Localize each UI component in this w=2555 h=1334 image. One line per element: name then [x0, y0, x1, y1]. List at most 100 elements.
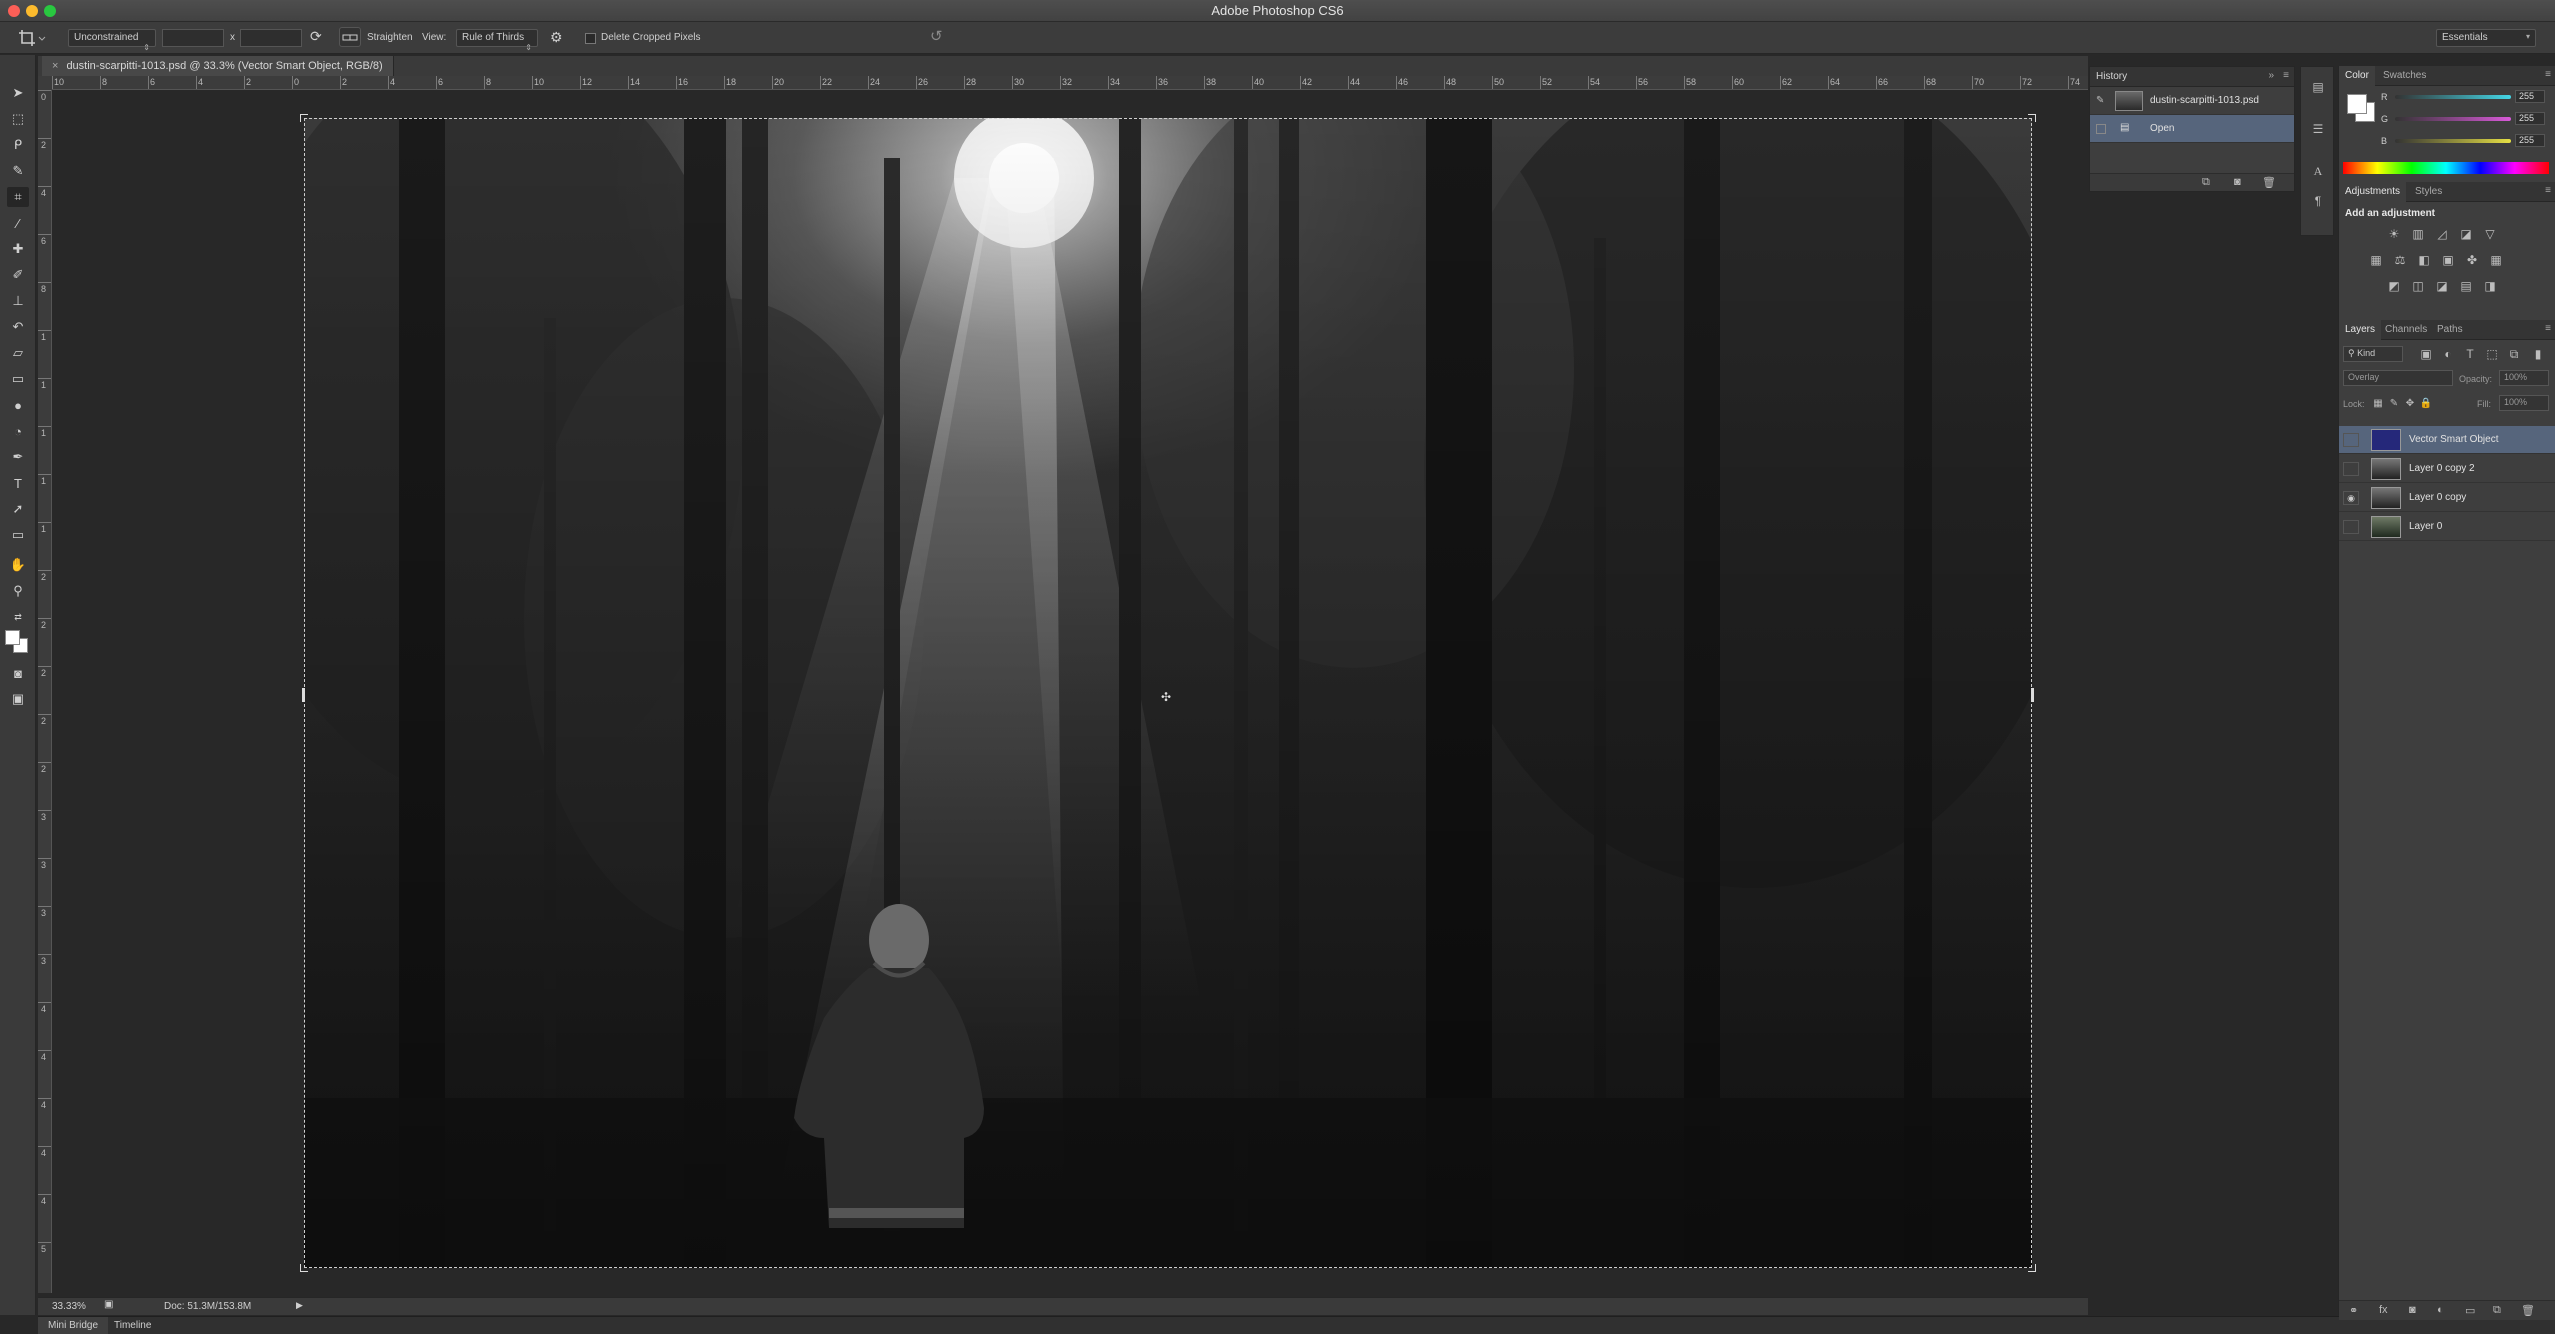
- layer-row[interactable]: ◉ Layer 0 copy: [2339, 484, 2555, 512]
- gear-icon[interactable]: ⚙: [550, 29, 563, 46]
- eraser-tool-icon[interactable]: ▱: [7, 343, 29, 363]
- crop-tool-preset-picker[interactable]: [16, 27, 46, 49]
- panel-menu-icon[interactable]: ≡: [2545, 185, 2551, 196]
- delete-cropped-checkbox[interactable]: [585, 33, 596, 44]
- marquee-tool-icon[interactable]: ⬚: [7, 109, 29, 129]
- collapse-icon[interactable]: »: [2268, 70, 2274, 81]
- character-dock-icon[interactable]: A: [2308, 161, 2328, 181]
- color-balance-icon[interactable]: ⚖: [2391, 252, 2409, 268]
- layer-row[interactable]: Layer 0: [2339, 513, 2555, 541]
- red-value[interactable]: 255: [2515, 90, 2545, 103]
- panel-menu-icon[interactable]: ≡: [2545, 69, 2551, 80]
- brightness-contrast-icon[interactable]: ☀: [2385, 226, 2403, 242]
- crop-height-field[interactable]: [240, 29, 302, 47]
- black-white-icon[interactable]: ◧: [2415, 252, 2433, 268]
- close-tab-icon[interactable]: ×: [52, 60, 58, 72]
- crop-handle-bottom-right[interactable]: [2028, 1264, 2036, 1272]
- link-layers-icon[interactable]: ⚭: [2349, 1304, 2358, 1317]
- crop-handle-top-right[interactable]: [2028, 114, 2036, 122]
- channel-mixer-icon[interactable]: ✤: [2463, 252, 2481, 268]
- clone-stamp-tool-icon[interactable]: ⊥: [7, 291, 29, 311]
- history-brush-source-icon[interactable]: ✎: [2096, 95, 2108, 107]
- new-adjustment-icon[interactable]: ◐: [2437, 1304, 2444, 1316]
- reset-icon[interactable]: ↺: [930, 27, 943, 45]
- color-foreground-swatch[interactable]: [2347, 94, 2367, 114]
- green-slider[interactable]: [2395, 117, 2511, 121]
- gradient-map-icon[interactable]: ▤: [2457, 278, 2475, 294]
- eyedropper-tool-icon[interactable]: ⁄: [7, 213, 29, 233]
- paragraph-dock-icon[interactable]: ¶: [2308, 191, 2328, 211]
- panel-menu-icon[interactable]: ≡: [2545, 323, 2551, 334]
- layer-row[interactable]: Layer 0 copy 2: [2339, 455, 2555, 483]
- crop-handle-bottom-left[interactable]: [300, 1264, 308, 1272]
- quick-selection-tool-icon[interactable]: ✎: [7, 161, 29, 181]
- tab-timeline[interactable]: Timeline: [104, 1317, 161, 1334]
- lasso-tool-icon[interactable]: ᑭ: [7, 135, 29, 155]
- color-lookup-icon[interactable]: ▦: [2487, 252, 2505, 268]
- opacity-field[interactable]: 100%: [2499, 370, 2549, 386]
- invert-icon[interactable]: ◩: [2385, 278, 2403, 294]
- healing-brush-tool-icon[interactable]: ✚: [7, 239, 29, 259]
- hue-saturation-icon[interactable]: ▦: [2367, 252, 2385, 268]
- move-tool-icon[interactable]: ➤: [7, 83, 29, 103]
- ratio-dropdown[interactable]: Unconstrained ⇕: [68, 29, 156, 52]
- fx-icon[interactable]: fx: [2379, 1304, 2388, 1316]
- vibrance-icon[interactable]: ▽: [2481, 226, 2499, 242]
- layer-name[interactable]: Layer 0 copy 2: [2409, 463, 2475, 474]
- history-brush-tool-icon[interactable]: ↶: [7, 317, 29, 337]
- blue-slider[interactable]: [2395, 139, 2511, 143]
- layer-filter-dropdown[interactable]: ⚲ Kind: [2343, 346, 2403, 362]
- crop-handle-right[interactable]: [2031, 688, 2034, 702]
- trash-icon[interactable]: 🗑: [2262, 176, 2276, 189]
- photo-filter-icon[interactable]: ▣: [2439, 252, 2457, 268]
- tab-channels[interactable]: Channels: [2379, 320, 2433, 340]
- pixel-filter-icon[interactable]: ▣: [2417, 346, 2435, 362]
- adjustment-filter-icon[interactable]: ◐: [2439, 346, 2457, 362]
- visibility-toggle[interactable]: [2343, 520, 2359, 534]
- history-title[interactable]: History: [2096, 71, 2127, 82]
- visibility-toggle[interactable]: [2343, 462, 2359, 476]
- curves-icon[interactable]: ◿: [2433, 226, 2451, 242]
- view-overlay-dropdown[interactable]: Rule of Thirds ⇕: [456, 29, 538, 52]
- type-filter-icon[interactable]: T: [2461, 346, 2479, 362]
- rectangle-tool-icon[interactable]: ▭: [7, 525, 29, 545]
- history-snapshot[interactable]: ✎ dustin-scarpitti-1013.psd: [2090, 87, 2294, 115]
- tab-styles[interactable]: Styles: [2409, 182, 2448, 202]
- zoom-tool-icon[interactable]: ⚲: [7, 581, 29, 601]
- layer-name[interactable]: Layer 0: [2409, 521, 2442, 532]
- layer-name[interactable]: Vector Smart Object: [2409, 434, 2498, 445]
- crop-handle-left[interactable]: [302, 688, 305, 702]
- ruler-origin[interactable]: [38, 76, 52, 90]
- tab-mini-bridge[interactable]: Mini Bridge: [38, 1317, 109, 1334]
- filter-toggle-icon[interactable]: ▮: [2529, 346, 2547, 362]
- eye-icon[interactable]: ◉: [2343, 491, 2359, 505]
- workspace-switcher[interactable]: Essentials ▾: [2436, 29, 2536, 47]
- layer-name[interactable]: Layer 0 copy: [2409, 492, 2466, 503]
- posterize-icon[interactable]: ◫: [2409, 278, 2427, 294]
- panel-menu-icon[interactable]: ≡: [2283, 70, 2289, 81]
- history-source-box[interactable]: [2096, 124, 2106, 134]
- crop-width-field[interactable]: [162, 29, 224, 47]
- tab-paths[interactable]: Paths: [2431, 320, 2469, 340]
- visibility-toggle[interactable]: [2343, 433, 2359, 447]
- tab-adjustments[interactable]: Adjustments: [2339, 182, 2407, 202]
- color-spectrum-ramp[interactable]: [2343, 162, 2549, 174]
- document-tab[interactable]: × dustin-scarpitti-1013.psd @ 33.3% (Vect…: [42, 56, 394, 76]
- green-value[interactable]: 255: [2515, 112, 2545, 125]
- hand-tool-icon[interactable]: ✋: [7, 555, 29, 575]
- new-group-icon[interactable]: ▭: [2465, 1304, 2475, 1317]
- blend-mode-dropdown[interactable]: Overlay: [2343, 370, 2453, 386]
- shape-filter-icon[interactable]: ⬚: [2483, 346, 2501, 362]
- history-state-open[interactable]: ▤ Open: [2090, 115, 2294, 143]
- selective-color-icon[interactable]: ◨: [2481, 278, 2499, 294]
- exposure-icon[interactable]: ◪: [2457, 226, 2475, 242]
- levels-icon[interactable]: ▥: [2409, 226, 2427, 242]
- dodge-tool-icon[interactable]: ◔: [7, 421, 29, 441]
- add-mask-icon[interactable]: ◙: [2409, 1304, 2416, 1316]
- lock-all-icon[interactable]: 🔒: [2417, 395, 2435, 411]
- type-tool-icon[interactable]: T: [7, 473, 29, 493]
- straighten-button[interactable]: [339, 27, 361, 47]
- trash-icon[interactable]: 🗑: [2521, 1304, 2535, 1317]
- horizontal-ruler[interactable]: 10 8 6 4 2 0 2 4 6 8 10 12 14 16 18 20 22 24 26 28 30 32 34 36 3…: [52, 76, 2088, 90]
- screen-mode-icon[interactable]: ▣: [7, 689, 29, 709]
